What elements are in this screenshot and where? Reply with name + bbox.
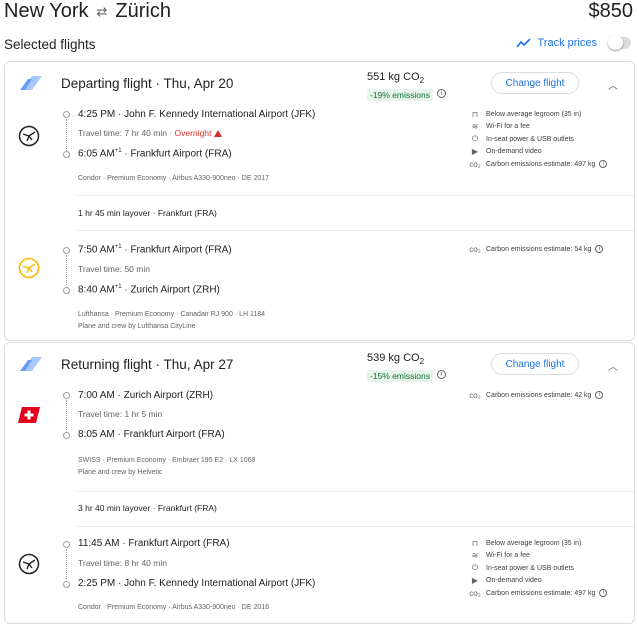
divider	[75, 491, 634, 492]
departing-header: Departing flight · Thu, Apr 20 551 kg CO…	[5, 62, 634, 106]
co2-icon: co₂	[469, 244, 481, 254]
emissions-badge: -19% emissions	[367, 89, 433, 102]
amenity-legroom: ⊓ Below average legroom (35 in)	[469, 537, 629, 550]
amenity-power: ⏻ In-seat power & USB outlets	[469, 133, 629, 146]
info-icon[interactable]: i	[595, 391, 604, 400]
divider	[75, 195, 634, 196]
departure-stop: 7:50 AM+1 · Frankfurt Airport (FRA)	[78, 244, 232, 256]
info-icon[interactable]: i	[595, 245, 604, 254]
collapse-chevron-icon[interactable]: ︿	[608, 77, 618, 92]
swap-arrows-icon: ⇄	[96, 3, 108, 19]
seat-icon: ⊓	[471, 538, 479, 548]
departure-stop: 7:00 AM · Zurich Airport (ZRH)	[78, 390, 214, 401]
amenity-video: ▶ On-demand video	[469, 146, 629, 159]
divider	[75, 230, 634, 231]
arrival-stop: 2:25 PM · John F. Kennedy International …	[78, 578, 316, 589]
departing-flight-card: Departing flight · Thu, Apr 20 551 kg CO…	[4, 61, 635, 341]
flight-details: SWISS · Premium Economy · Embraer 195 E2…	[78, 457, 256, 464]
segment-timeline	[63, 541, 71, 588]
video-icon: ▶	[471, 147, 479, 157]
amenity-power: ⏻ In-seat power & USB outlets	[469, 562, 629, 575]
amenity-emissions: co₂ Carbon emissions estimate: 42 kg i	[469, 389, 629, 402]
plane-tail-icon	[20, 357, 42, 371]
amenity-emissions: co₂ Carbon emissions estimate: 497 kg i	[469, 587, 629, 600]
lufthansa-logo	[18, 257, 40, 279]
change-departing-button[interactable]: Change flight	[491, 72, 579, 94]
wifi-icon: ≋	[471, 122, 479, 132]
departure-stop: 11:45 AM · Frankfurt Airport (FRA)	[78, 538, 230, 549]
layover-info: 3 hr 40 min layover · Frankfurt (FRA)	[78, 503, 217, 513]
amenity-wifi: ≋ Wi-Fi for a fee	[469, 121, 629, 134]
arrival-stop: 6:05 AM+1 · Frankfurt Airport (FRA)	[78, 148, 232, 160]
flight-details: Condor · Premium Economy · Airbus A330-9…	[78, 175, 270, 182]
route-title: New York ⇄ Zürich	[4, 0, 171, 23]
info-icon[interactable]: i	[599, 160, 608, 169]
wifi-icon: ≋	[471, 551, 479, 561]
divider	[75, 526, 634, 527]
travel-time: Travel time: 1 hr 5 min	[78, 409, 163, 419]
power-plug-icon: ⏻	[471, 563, 479, 573]
segment-timeline	[63, 392, 71, 439]
track-prices-toggle[interactable]	[608, 35, 631, 50]
total-price: $850	[588, 0, 634, 22]
segment-timeline	[63, 111, 71, 158]
travel-time: Travel time: 7 hr 40 min · Overnight	[78, 128, 223, 138]
departure-stop: 4:25 PM · John F. Kennedy International …	[78, 109, 316, 120]
amenities-list: co₂ Carbon emissions estimate: 54 kg i	[469, 243, 629, 256]
info-icon[interactable]: i	[437, 370, 446, 380]
collapse-chevron-icon[interactable]: ︿	[608, 358, 618, 373]
power-plug-icon: ⏻	[471, 134, 479, 144]
co2-icon: co₂	[469, 390, 481, 400]
swiss-logo	[18, 407, 40, 423]
operator-info: Plane and crew by Helvetic	[78, 469, 163, 476]
travel-time: Travel time: 50 min	[78, 264, 150, 274]
warning-icon	[214, 130, 223, 137]
arrival-stop: 8:05 AM · Frankfurt Airport (FRA)	[78, 429, 225, 440]
co2-total: 551 kg CO2	[367, 71, 425, 86]
info-icon[interactable]: i	[437, 89, 446, 99]
video-icon: ▶	[471, 576, 479, 586]
seat-icon: ⊓	[471, 109, 479, 119]
track-prices-label: Track prices	[537, 37, 598, 49]
change-returning-button[interactable]: Change flight	[491, 353, 579, 375]
selected-flights-heading: Selected flights	[4, 37, 96, 52]
amenities-list: co₂ Carbon emissions estimate: 42 kg i	[469, 389, 629, 402]
departing-title: Departing flight · Thu, Apr 20	[61, 76, 234, 91]
amenity-legroom: ⊓ Below average legroom (35 in)	[469, 108, 629, 121]
co2-icon: co₂	[469, 159, 481, 169]
amenity-video: ▶ On-demand video	[469, 575, 629, 588]
flight-details: Condor · Premium Economy · Airbus A330-9…	[78, 604, 270, 611]
departing-emissions: 551 kg CO2 -19% emissions i	[367, 71, 446, 103]
co2-icon: co₂	[469, 588, 481, 598]
origin-city: New York	[4, 0, 89, 22]
track-prices[interactable]: Track prices	[515, 35, 631, 50]
destination-city: Zürich	[115, 0, 171, 22]
condor-logo	[18, 553, 40, 575]
info-icon[interactable]: i	[599, 589, 608, 598]
amenities-list: ⊓ Below average legroom (35 in) ≋ Wi-Fi fo…	[469, 108, 629, 171]
operator-info: Plane and crew by Lufthansa CityLine	[78, 323, 196, 330]
plane-tail-icon	[20, 76, 42, 90]
trend-icon	[515, 38, 531, 48]
returning-emissions: 539 kg CO2 -15% emissions i	[367, 352, 446, 384]
amenity-wifi: ≋ Wi-Fi for a fee	[469, 550, 629, 563]
condor-logo	[18, 125, 40, 147]
amenity-emissions: co₂ Carbon emissions estimate: 54 kg i	[469, 243, 629, 256]
arrival-stop: 8:40 AM+1 · Zurich Airport (ZRH)	[78, 284, 220, 296]
amenities-list: ⊓ Below average legroom (35 in) ≋ Wi-Fi fo…	[469, 537, 629, 600]
returning-flight-card: Returning flight · Thu, Apr 27 539 kg CO…	[4, 342, 635, 624]
segment-timeline	[63, 247, 71, 294]
co2-total: 539 kg CO2	[367, 352, 425, 367]
travel-time: Travel time: 8 hr 40 min	[78, 558, 167, 568]
returning-title: Returning flight · Thu, Apr 27	[61, 357, 234, 372]
emissions-badge: -15% emissions	[367, 370, 433, 383]
layover-info: 1 hr 45 min layover · Frankfurt (FRA)	[78, 208, 217, 218]
amenity-emissions: co₂ Carbon emissions estimate: 497 kg i	[469, 158, 629, 171]
returning-header: Returning flight · Thu, Apr 27 539 kg CO…	[5, 343, 634, 387]
flight-details: Lufthansa · Premium Economy · Canadair R…	[78, 311, 266, 318]
